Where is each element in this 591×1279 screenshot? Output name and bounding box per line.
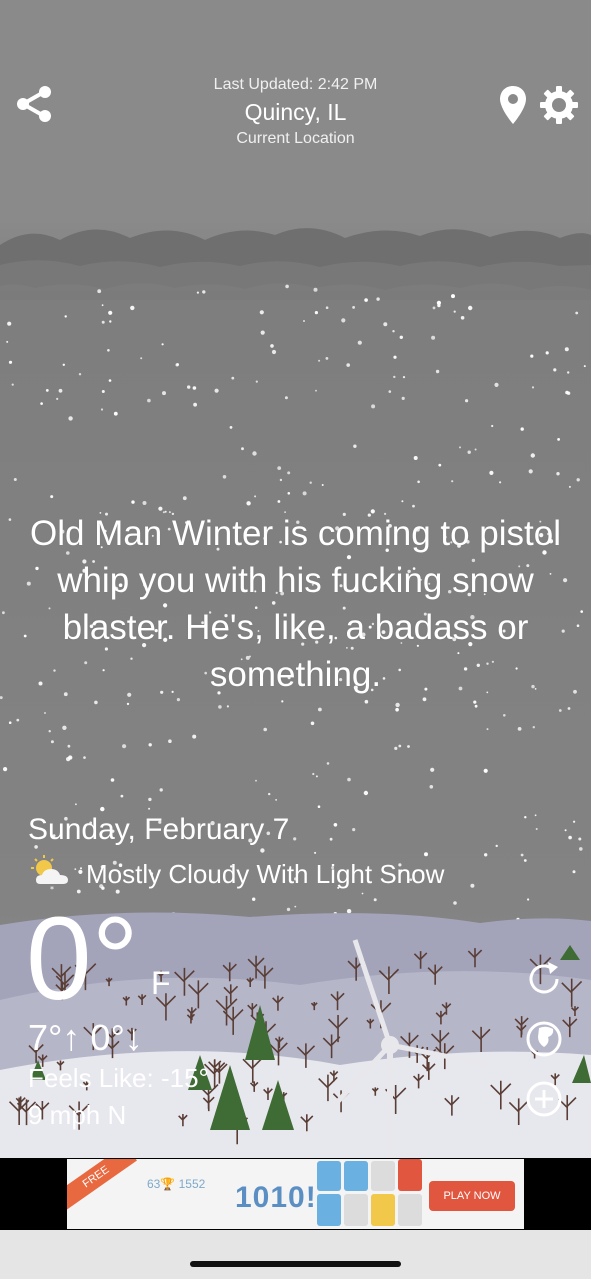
forecast-date: Sunday, February 7 (28, 813, 290, 846)
home-indicator[interactable] (190, 1261, 401, 1267)
ad-game-blocks (317, 1159, 422, 1226)
wind-speed: 9 mph N (28, 1100, 127, 1130)
ad-banner[interactable]: FREE 63🏆 1552 1010! PLAY NOW (67, 1159, 524, 1229)
add-icon[interactable] (524, 1079, 564, 1119)
ad-play-now-button[interactable]: PLAY NOW (429, 1181, 515, 1211)
feels-like: Feels Like: -15° (28, 1063, 209, 1093)
ad-game-logo: 1010! (235, 1181, 317, 1214)
cloud-sun-snow-icon: * (30, 855, 72, 894)
condition-text: Mostly Cloudy With Light Snow (86, 859, 445, 889)
high-low-temperature: 7°↑ 0°↓ (28, 1017, 143, 1058)
ad-score: 63🏆 1552 (147, 1177, 206, 1191)
gear-icon[interactable] (538, 84, 580, 126)
temperature-unit[interactable]: F (151, 965, 171, 1002)
weather-quote: Old Man Winter is coming to pistol whip … (29, 514, 561, 694)
location-pin-icon[interactable] (497, 84, 529, 126)
refresh-icon[interactable] (524, 959, 564, 999)
current-temperature: 0° (26, 893, 139, 1025)
ad-free-ribbon: FREE (67, 1159, 137, 1210)
bottom-area (0, 1230, 591, 1279)
location-label: Current Location (236, 130, 355, 147)
svg-text:*: * (50, 885, 54, 893)
locations-icon[interactable] (524, 1019, 564, 1059)
